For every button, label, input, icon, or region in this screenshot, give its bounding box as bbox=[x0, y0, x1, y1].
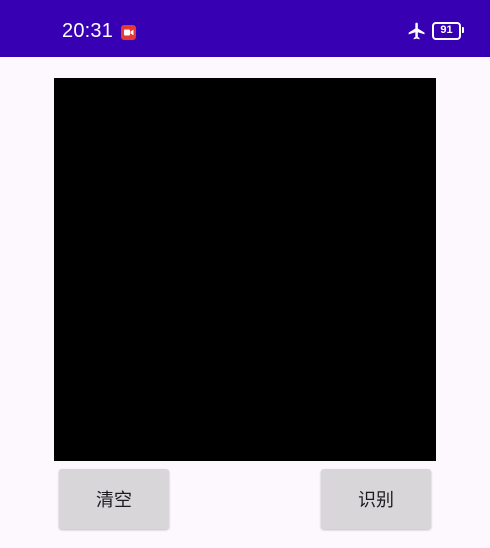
clear-button[interactable]: 清空 bbox=[59, 469, 169, 529]
battery-icon: 91 bbox=[432, 22, 464, 40]
drawing-canvas[interactable] bbox=[54, 78, 436, 461]
airplane-mode-icon bbox=[407, 21, 427, 41]
recognize-button[interactable]: 识别 bbox=[321, 469, 431, 529]
status-bar: 20:31 91 bbox=[0, 0, 490, 57]
battery-level: 91 bbox=[440, 24, 453, 36]
status-time: 20:31 bbox=[62, 20, 114, 42]
screen-record-icon bbox=[121, 25, 136, 40]
battery-cap bbox=[462, 27, 464, 33]
